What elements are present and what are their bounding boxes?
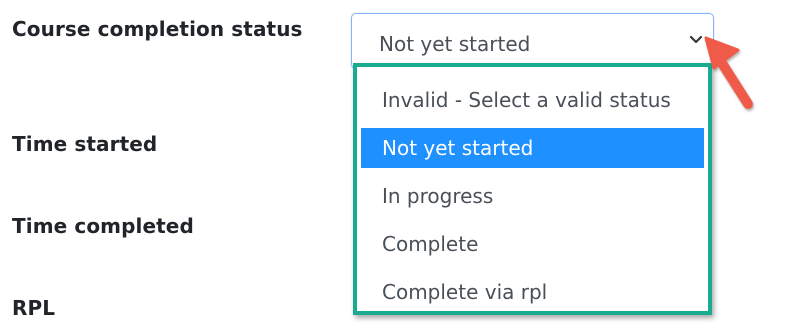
option-not-yet-started[interactable]: Not yet started: [361, 128, 704, 168]
course-completion-status-select[interactable]: Not yet started: [351, 13, 714, 69]
time-completed-label: Time completed: [12, 214, 194, 238]
option-in-progress[interactable]: In progress: [361, 176, 704, 216]
select-current-value: Not yet started: [379, 32, 531, 56]
time-started-label: Time started: [12, 132, 158, 156]
course-completion-status-label: Course completion status: [12, 17, 303, 41]
status-options-list: Invalid - Select a valid status Not yet …: [353, 63, 712, 315]
annotation-arrow-icon: [704, 36, 753, 109]
rpl-label: RPL: [12, 296, 56, 320]
option-complete[interactable]: Complete: [361, 224, 704, 264]
option-complete-via-rpl[interactable]: Complete via rpl: [361, 272, 704, 312]
option-invalid[interactable]: Invalid - Select a valid status: [361, 80, 704, 120]
